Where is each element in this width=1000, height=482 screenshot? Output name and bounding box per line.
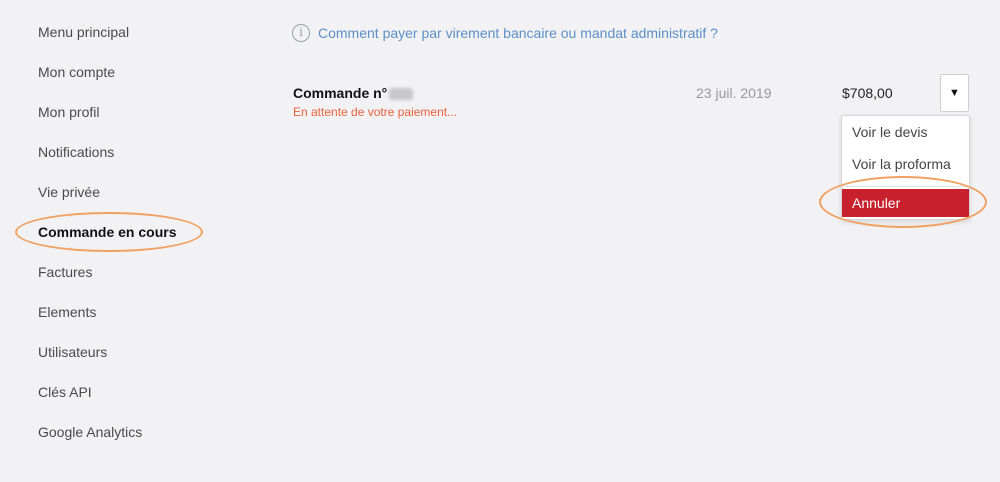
sidebar-item-vie-privee[interactable]: Vie privée: [38, 184, 100, 200]
sidebar-item-cles-api[interactable]: Clés API: [38, 384, 92, 400]
menu-item-view-quote[interactable]: Voir le devis: [842, 124, 969, 140]
page: Menu principal Mon compte Mon profil Not…: [0, 0, 1000, 482]
sidebar-item-mon-compte[interactable]: Mon compte: [38, 64, 115, 80]
main-content: i Comment payer par virement bancaire ou…: [280, 0, 1000, 482]
sidebar-item-menu-principal[interactable]: Menu principal: [38, 24, 129, 40]
payment-help-link[interactable]: i Comment payer par virement bancaire ou…: [292, 24, 718, 42]
order-actions-dropdown-button[interactable]: ▼: [940, 74, 969, 112]
sidebar-item-google-analytics[interactable]: Google Analytics: [38, 424, 142, 440]
sidebar-item-utilisateurs[interactable]: Utilisateurs: [38, 344, 107, 360]
payment-help-text[interactable]: Comment payer par virement bancaire ou m…: [318, 25, 718, 41]
sidebar-item-factures[interactable]: Factures: [38, 264, 92, 280]
sidebar-item-notifications[interactable]: Notifications: [38, 144, 114, 160]
order-status: En attente de votre paiement...: [293, 105, 458, 119]
sidebar-item-mon-profil[interactable]: Mon profil: [38, 104, 99, 120]
sidebar-item-elements[interactable]: Elements: [38, 304, 96, 320]
order-date: 23 juil. 2019: [696, 85, 772, 101]
annotation-circle-active-item: [15, 212, 203, 252]
menu-item-view-proforma[interactable]: Voir la proforma: [842, 156, 969, 172]
sidebar: Menu principal Mon compte Mon profil Not…: [0, 0, 280, 482]
order-title-label: Commande n°: [293, 85, 388, 101]
caret-down-icon: ▼: [949, 87, 960, 99]
order-title: Commande n°: [293, 85, 414, 101]
order-price: $708,00: [842, 85, 893, 101]
annotation-circle-cancel: [819, 176, 987, 228]
info-icon: i: [292, 24, 310, 42]
order-number-redacted: [389, 88, 414, 101]
